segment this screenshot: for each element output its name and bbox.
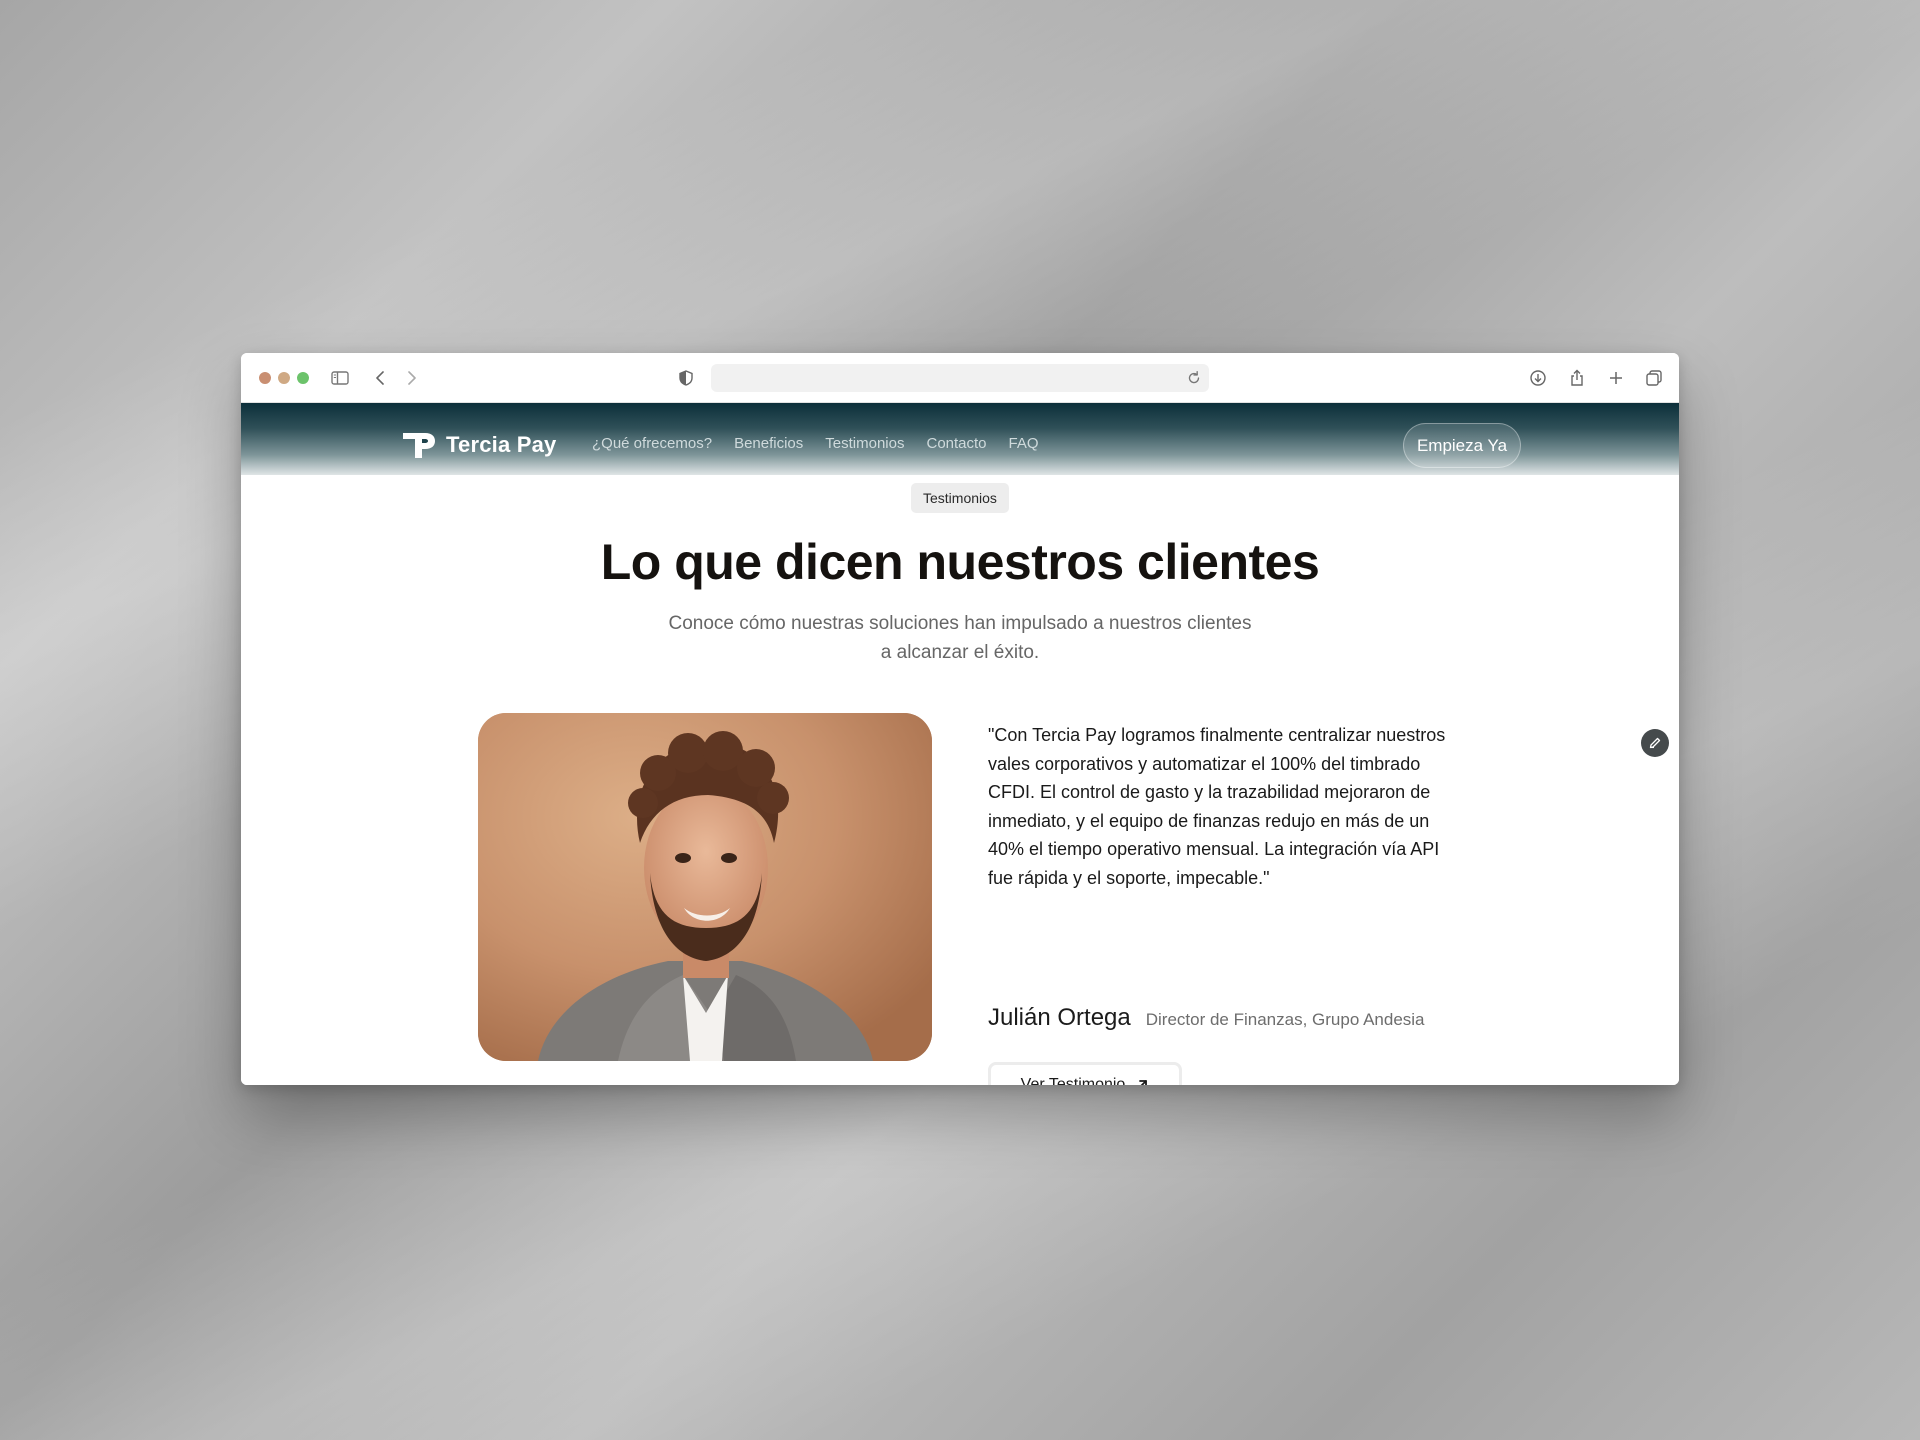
brand-logo[interactable]: Tercia Pay (403, 431, 556, 459)
download-icon[interactable] (1527, 367, 1549, 389)
tabs-overview-icon[interactable] (1643, 367, 1665, 389)
nav-item-faq[interactable]: FAQ (1009, 435, 1039, 452)
nav-item-que-ofrecemos[interactable]: ¿Qué ofrecemos? (592, 435, 712, 452)
section-tag: Testimonios (911, 483, 1009, 513)
empieza-ya-button[interactable]: Empieza Ya (1403, 423, 1521, 468)
author-name: Julián Ortega (988, 1004, 1131, 1031)
edit-button[interactable] (1641, 729, 1669, 757)
tercia-pay-logo-icon (403, 433, 435, 458)
sidebar-icon[interactable] (329, 367, 351, 389)
browser-window: Tercia Pay ¿Qué ofrecemos? Beneficios Te… (241, 353, 1679, 1085)
ver-testimonio-button[interactable]: Ver Testimonio (988, 1062, 1182, 1085)
testimonial-photo (478, 713, 932, 1061)
section-subtitle: Conoce cómo nuestras soluciones han impu… (241, 609, 1679, 667)
share-icon[interactable] (1566, 367, 1588, 389)
close-window-button[interactable] (259, 372, 271, 384)
nav-item-contacto[interactable]: Contacto (926, 435, 986, 452)
pencil-icon (1649, 737, 1661, 749)
arrow-up-right-icon (1139, 1079, 1148, 1085)
shield-icon[interactable] (675, 367, 697, 389)
web-page: Tercia Pay ¿Qué ofrecemos? Beneficios Te… (241, 403, 1679, 1085)
chevron-left-icon[interactable] (370, 367, 392, 389)
site-header: Tercia Pay ¿Qué ofrecemos? Beneficios Te… (241, 403, 1679, 475)
ver-testimonio-label: Ver Testimonio (1020, 1075, 1126, 1086)
nav-item-beneficios[interactable]: Beneficios (734, 435, 803, 452)
zoom-window-button[interactable] (297, 372, 309, 384)
testimonial-author: Julián Ortega Director de Finanzas, Grup… (988, 1004, 1425, 1032)
reload-icon[interactable] (1185, 369, 1203, 387)
subtitle-line-1: Conoce cómo nuestras soluciones han impu… (668, 613, 1252, 634)
browser-toolbar (241, 353, 1679, 403)
address-bar[interactable] (711, 364, 1209, 392)
chevron-right-icon[interactable] (400, 367, 422, 389)
brand-name: Tercia Pay (446, 432, 557, 457)
minimize-window-button[interactable] (278, 372, 290, 384)
main-nav: ¿Qué ofrecemos? Beneficios Testimonios C… (592, 435, 1039, 452)
section-title: Lo que dicen nuestros clientes (600, 534, 1320, 590)
nav-item-testimonios[interactable]: Testimonios (825, 435, 904, 452)
portrait-illustration (478, 713, 932, 1061)
testimonial-quote: "Con Tercia Pay logramos finalmente cent… (988, 725, 1446, 888)
author-role: Director de Finanzas, Grupo Andesia (1145, 1010, 1425, 1029)
subtitle-line-2: a alcanzar el éxito. (880, 642, 1040, 663)
plus-icon[interactable] (1605, 367, 1627, 389)
